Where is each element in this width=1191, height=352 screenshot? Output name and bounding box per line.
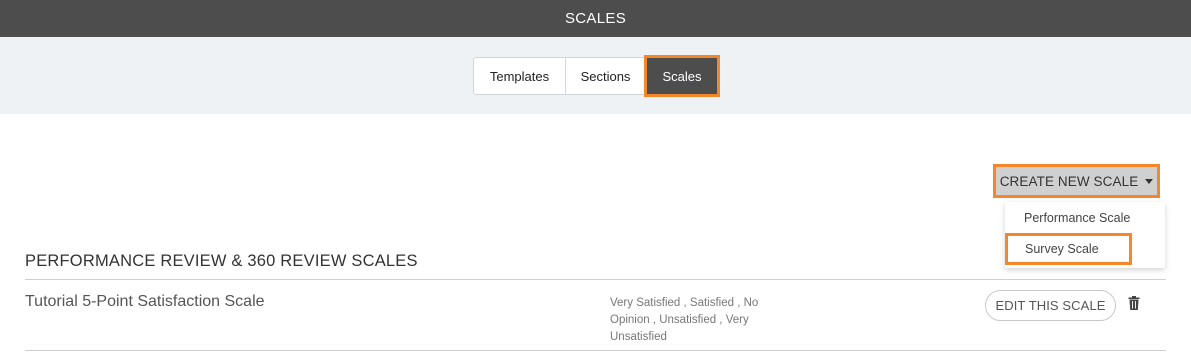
tab-templates[interactable]: Templates (474, 58, 566, 94)
tab-band: Templates Sections Scales (0, 37, 1191, 114)
tab-scales[interactable]: Scales (644, 55, 720, 97)
tab-group: Templates Sections Scales (473, 55, 720, 97)
section-title: PERFORMANCE REVIEW & 360 REVIEW SCALES (25, 252, 418, 270)
page-title: SCALES (565, 10, 626, 27)
page-header: SCALES (0, 0, 1191, 37)
scale-values: Very Satisfied , Satisfied , No Opinion … (610, 295, 770, 346)
tab-sections[interactable]: Sections (566, 58, 646, 94)
scale-values-line: Unsatisfied (610, 331, 667, 343)
section-divider (25, 279, 1166, 280)
trash-icon[interactable] (1128, 296, 1140, 310)
caret-down-icon (1145, 179, 1154, 184)
create-scale-dropdown-menu: Performance Scale Survey Scale (1005, 202, 1165, 268)
scale-values-line: Very Satisfied , Satisfied , No (610, 297, 759, 309)
create-new-scale-button[interactable]: CREATE NEW SCALE (993, 164, 1160, 198)
scale-values-line: Opinion , Unsatisfied , Very (610, 314, 749, 326)
scale-name: Tutorial 5-Point Satisfaction Scale (25, 293, 265, 310)
menu-item-performance-scale[interactable]: Performance Scale (1024, 211, 1130, 225)
row-divider (25, 350, 1166, 351)
edit-scale-button[interactable]: EDIT THIS SCALE (985, 290, 1116, 321)
create-new-scale-label: CREATE NEW SCALE (999, 173, 1139, 189)
menu-item-survey-scale[interactable]: Survey Scale (1005, 233, 1132, 265)
